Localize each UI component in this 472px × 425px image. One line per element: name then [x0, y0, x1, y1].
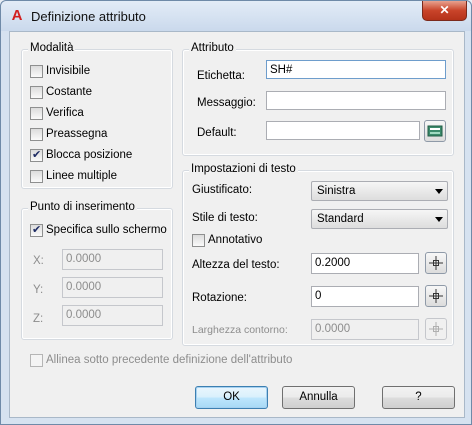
stile-testo-label: Stile di testo:	[192, 212, 258, 224]
punto-group-label: Punto di inserimento	[28, 201, 137, 213]
x-label: X:	[33, 255, 44, 267]
insert-field-button[interactable]	[424, 120, 446, 142]
y-label: Y:	[33, 284, 44, 296]
messaggio-label: Messaggio:	[197, 97, 256, 109]
checkbox-box[interactable]	[30, 86, 43, 99]
annulla-button[interactable]: Annulla	[282, 386, 355, 409]
z-label: Z:	[33, 313, 44, 325]
crosshair-icon	[429, 322, 443, 336]
crosshair-icon	[429, 256, 443, 270]
dialog-body: Modalità Invisibile Costante Verifica Pr…	[9, 31, 465, 418]
checkbox-box[interactable]	[30, 107, 43, 120]
checkbox-label: Verifica	[46, 107, 84, 119]
punto-inserimento-group: Punto di inserimento Specifica sullo sch…	[21, 201, 173, 340]
pick-rotazione-button[interactable]	[425, 285, 447, 307]
rotazione-label: Rotazione:	[192, 292, 247, 304]
etichetta-label: Etichetta:	[197, 70, 245, 82]
giustificato-value: Sinistra	[317, 185, 356, 197]
default-label: Default:	[197, 127, 237, 139]
impostazioni-testo-group: Impostazioni di testo Giustificato: Sini…	[182, 163, 454, 346]
etichetta-field[interactable]: SH#	[266, 60, 446, 79]
testo-group-label: Impostazioni di testo	[189, 163, 298, 175]
ok-button[interactable]: OK	[195, 386, 268, 409]
dialog-window: A Definizione attributo ✕ Modalità Invis…	[0, 0, 472, 425]
autocad-app-icon: A	[11, 7, 23, 24]
giustificato-dropdown[interactable]: Sinistra	[311, 181, 448, 201]
rotazione-field[interactable]: 0	[311, 286, 419, 307]
default-field[interactable]	[266, 121, 420, 140]
altezza-testo-label: Altezza del testo:	[192, 259, 280, 271]
pick-larghezza-button[interactable]	[425, 318, 447, 340]
chevron-down-icon	[435, 217, 443, 222]
checkbox-label: Annotativo	[208, 234, 263, 246]
checkbox-label: Costante	[46, 86, 93, 98]
pick-altezza-button[interactable]	[425, 252, 447, 274]
checkbox-box[interactable]	[30, 128, 43, 141]
modalita-group: Modalità Invisibile Costante Verifica Pr…	[21, 42, 173, 189]
larghezza-contorno-label: Larghezza contorno:	[192, 324, 288, 336]
checkbox-box[interactable]	[192, 234, 205, 247]
title-bar[interactable]: A Definizione attributo ✕	[1, 1, 471, 31]
window-title: Definizione attributo	[31, 9, 146, 24]
checkbox-label: Preassegna	[46, 128, 108, 140]
close-button[interactable]: ✕	[422, 1, 467, 21]
stile-testo-value: Standard	[317, 213, 364, 225]
help-button[interactable]: ?	[382, 386, 455, 409]
x-field[interactable]: 0.0000	[62, 249, 163, 270]
altezza-testo-field[interactable]: 0.2000	[311, 253, 419, 274]
checkbox-label: Allinea sotto precedente definizione del…	[46, 354, 293, 366]
modalita-group-label: Modalità	[28, 42, 76, 54]
attributo-group-label: Attributo	[189, 42, 236, 54]
checkbox-box[interactable]	[30, 148, 43, 162]
y-field[interactable]: 0.0000	[62, 277, 163, 298]
checkbox-label: Specifica sullo schermo	[46, 224, 167, 236]
larghezza-contorno-field[interactable]: 0.0000	[311, 319, 419, 340]
checkbox-box[interactable]	[30, 223, 43, 237]
crosshair-icon	[429, 289, 443, 303]
z-field[interactable]: 0.0000	[62, 305, 163, 326]
checkbox-label: Invisibile	[46, 65, 91, 77]
checkbox-label: Linee multiple	[46, 170, 117, 182]
checkbox-box[interactable]	[30, 170, 43, 183]
stile-testo-dropdown[interactable]: Standard	[311, 209, 448, 229]
messaggio-field[interactable]	[266, 91, 446, 110]
checkbox-label: Blocca posizione	[46, 149, 133, 161]
attributo-group: Attributo Etichetta: SH# Messaggio: Defa…	[182, 42, 454, 156]
checkbox-box[interactable]	[30, 354, 43, 367]
checkbox-box[interactable]	[30, 65, 43, 78]
giustificato-label: Giustificato:	[192, 184, 253, 196]
insert-field-icon	[427, 125, 443, 137]
chevron-down-icon	[435, 189, 443, 194]
